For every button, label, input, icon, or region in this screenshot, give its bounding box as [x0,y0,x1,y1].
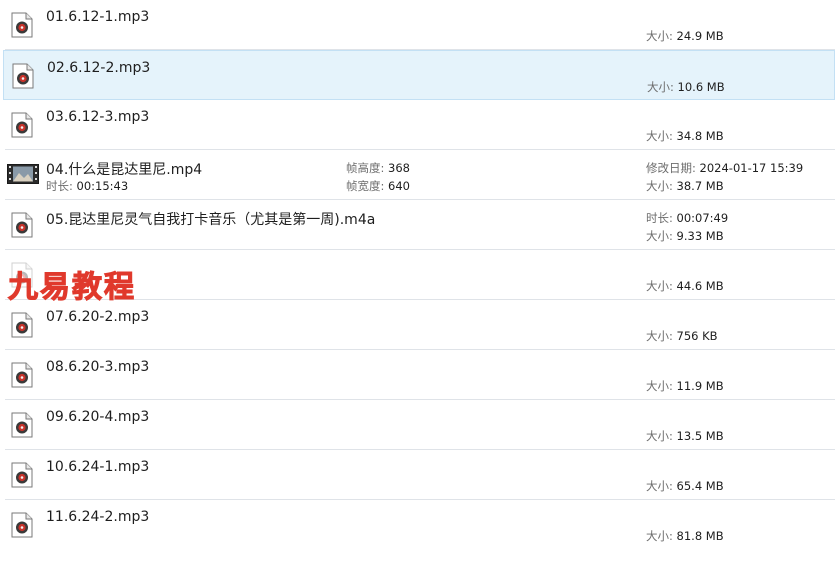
file-name: 09.6.20-4.mp3 [46,409,150,425]
file-size: 大小: 756 KB [646,329,718,343]
file-row[interactable]: 04.什么是昆达里尼.mp4 时长: 00:15:43 帧高度: 368 帧宽度… [5,150,835,200]
file-row[interactable]: 07.6.20-2.mp3 大小: 756 KB [5,300,835,350]
file-size: 大小: 65.4 MB [646,479,724,493]
file-duration: 时长: 00:07:49 [646,211,729,225]
file-name: 10.6.24-1.mp3 [46,459,150,475]
file-row[interactable]: 01.6.12-1.mp3 大小: 24.9 MB [5,0,835,50]
file-name: 11.6.24-2.mp3 [46,509,150,525]
audio-file-icon [11,112,33,138]
video-file-icon [7,164,39,184]
file-name: 04.什么是昆达里尼.mp4 [46,162,203,178]
audio-file-icon [11,362,33,388]
file-row-selected[interactable]: 02.6.12-2.mp3 大小: 10.6 MB [3,50,835,100]
file-name: 07.6.20-2.mp3 [46,309,150,325]
file-row[interactable]: 03.6.12-3.mp3 大小: 34.8 MB [5,100,835,150]
audio-file-icon [11,462,33,488]
file-duration: 时长: 00:15:43 [46,179,129,193]
file-size: 大小: 24.9 MB [646,29,724,43]
file-name: 08.6.20-3.mp3 [46,359,150,375]
file-row[interactable]: 08.6.20-3.mp3 大小: 11.9 MB [5,350,835,400]
file-name: 01.6.12-1.mp3 [46,9,150,25]
audio-file-icon [11,412,33,438]
audio-file-icon [11,212,33,238]
file-row[interactable]: 05.昆达里尼灵气自我打卡音乐（尤其是第一周).m4a 时长: 00:07:49… [5,200,835,250]
file-size: 大小: 44.6 MB [646,279,724,293]
file-size: 大小: 11.9 MB [646,379,724,393]
audio-file-icon [11,12,33,38]
file-row[interactable]: 09.6.20-4.mp3 大小: 13.5 MB [5,400,835,450]
audio-file-icon [11,512,33,538]
file-size: 大小: 38.7 MB [646,179,724,193]
file-name: 03.6.12-3.mp3 [46,109,150,125]
frame-width: 帧宽度: 640 [346,179,410,193]
watermark-text: 九易教程 [8,270,136,306]
file-size: 大小: 9.33 MB [646,229,724,243]
file-row[interactable]: 10.6.24-1.mp3 大小: 65.4 MB [5,450,835,500]
audio-file-icon [12,63,34,89]
audio-file-icon [11,312,33,338]
frame-height: 帧高度: 368 [346,161,410,175]
file-size: 大小: 81.8 MB [646,529,724,543]
file-name: 02.6.12-2.mp3 [47,60,151,76]
file-size: 大小: 13.5 MB [646,429,724,443]
file-size: 大小: 10.6 MB [647,80,725,94]
file-modified-date: 修改日期: 2024-01-17 15:39 [646,161,804,175]
file-size: 大小: 34.8 MB [646,129,724,143]
file-row[interactable]: 11.6.24-2.mp3 大小: 81.8 MB [5,500,835,550]
file-name: 05.昆达里尼灵气自我打卡音乐（尤其是第一周).m4a [46,212,376,228]
